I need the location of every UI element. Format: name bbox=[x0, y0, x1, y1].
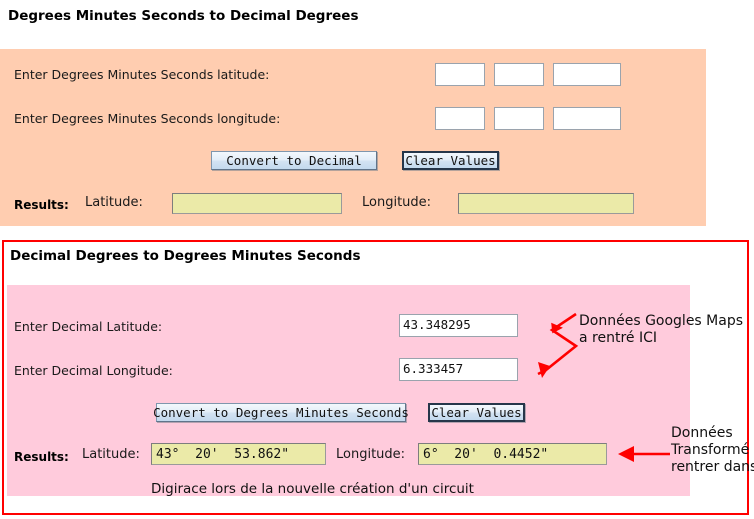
dms-latitude-degrees-input[interactable] bbox=[435, 63, 485, 86]
dms-longitude-label: Enter Degrees Minutes Seconds longitude: bbox=[14, 111, 281, 126]
convert-to-decimal-button[interactable]: Convert to Decimal bbox=[211, 151, 377, 170]
results-label-top: Results: bbox=[14, 198, 69, 212]
dd-longitude-input[interactable]: 6.333457 bbox=[399, 358, 518, 381]
dms-longitude-seconds-input[interactable] bbox=[553, 107, 621, 130]
convert-to-dms-button[interactable]: Convert to Degrees Minutes Seconds bbox=[153, 403, 409, 422]
result-latitude-field-bottom[interactable]: 43° 20' 53.862" bbox=[151, 443, 326, 465]
dms-longitude-minutes-input[interactable] bbox=[494, 107, 544, 130]
results-label-bottom: Results: bbox=[14, 450, 69, 464]
dms-latitude-minutes-input[interactable] bbox=[494, 63, 544, 86]
output-annotation-arrow-icon bbox=[618, 446, 670, 462]
section-dd-to-dms-title: Decimal Degrees to Degrees Minutes Secon… bbox=[10, 248, 361, 264]
page-title: Degrees Minutes Seconds to Decimal Degre… bbox=[8, 8, 359, 24]
result-longitude-field-bottom[interactable]: 6° 20' 0.4452" bbox=[418, 443, 607, 465]
result-longitude-label-top: Longitude: bbox=[362, 195, 432, 210]
dms-longitude-degrees-input[interactable] bbox=[435, 107, 485, 130]
input-annotation-note: Données Googles Maps a rentré ICI bbox=[579, 313, 744, 346]
clear-values-button-bottom[interactable]: Clear Values bbox=[428, 403, 525, 422]
clear-values-button-top[interactable]: Clear Values bbox=[402, 151, 499, 170]
dms-latitude-seconds-input[interactable] bbox=[553, 63, 621, 86]
result-longitude-label-bottom: Longitude: bbox=[336, 447, 406, 462]
result-latitude-label-bottom: Latitude: bbox=[82, 447, 140, 462]
dd-longitude-label: Enter Decimal Longitude: bbox=[14, 363, 173, 378]
output-annotation-note: Données Transformé à rentrer dans bbox=[671, 425, 754, 475]
result-latitude-field-top[interactable] bbox=[172, 193, 342, 214]
input-annotation-arrow-icon bbox=[537, 312, 579, 378]
result-latitude-label-top: Latitude: bbox=[85, 195, 143, 210]
dd-latitude-label: Enter Decimal Latitude: bbox=[14, 319, 163, 334]
dms-latitude-label: Enter Degrees Minutes Seconds latitude: bbox=[14, 67, 270, 82]
footer-note: Digirace lors de la nouvelle création d'… bbox=[151, 481, 474, 497]
dd-latitude-input[interactable]: 43.348295 bbox=[399, 314, 518, 337]
result-longitude-field-top[interactable] bbox=[458, 193, 634, 214]
